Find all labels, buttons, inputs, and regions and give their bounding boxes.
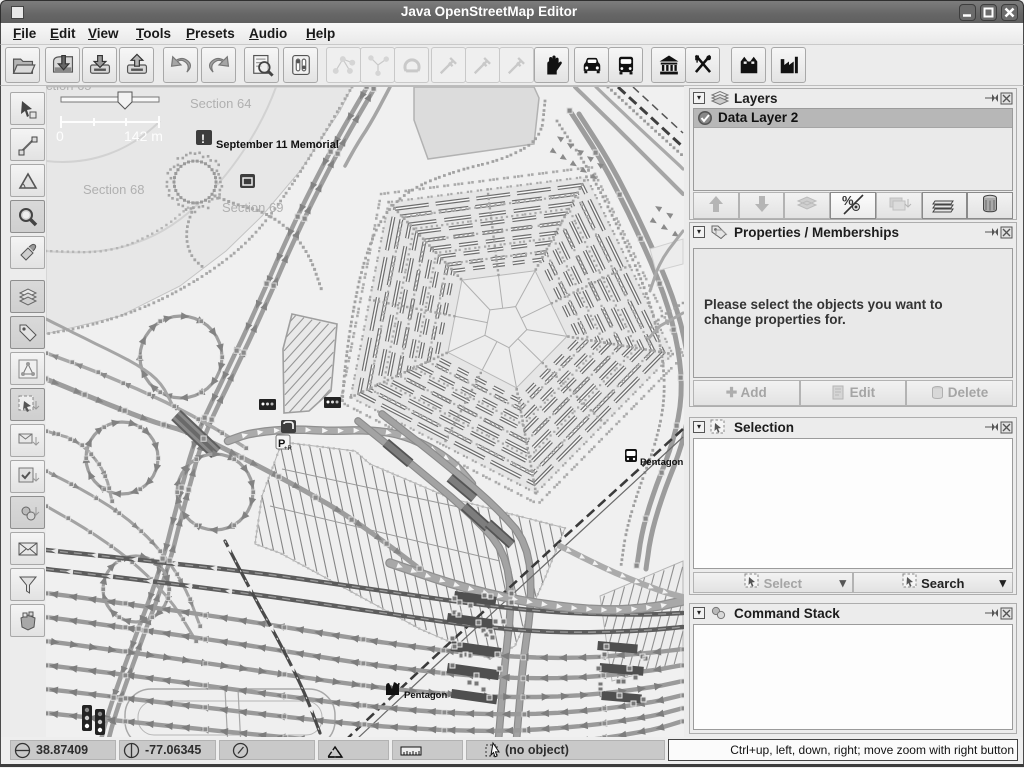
svg-text:Section 69: Section 69 <box>222 200 283 215</box>
svg-text:Pentagon: Pentagon <box>404 690 447 701</box>
svg-text:Section 64: Section 64 <box>190 96 251 111</box>
svg-text:Pentagon: Pentagon <box>640 457 683 468</box>
svg-text:!: ! <box>201 132 205 146</box>
svg-text:ction 65: ction 65 <box>46 87 92 93</box>
svg-text:September 11 Memorial: September 11 Memorial <box>216 139 339 151</box>
svg-text:+R: +R <box>284 446 293 452</box>
svg-text:0: 0 <box>56 128 64 144</box>
svg-text:142 m: 142 m <box>124 128 163 144</box>
svg-text:Section 68: Section 68 <box>83 182 144 197</box>
